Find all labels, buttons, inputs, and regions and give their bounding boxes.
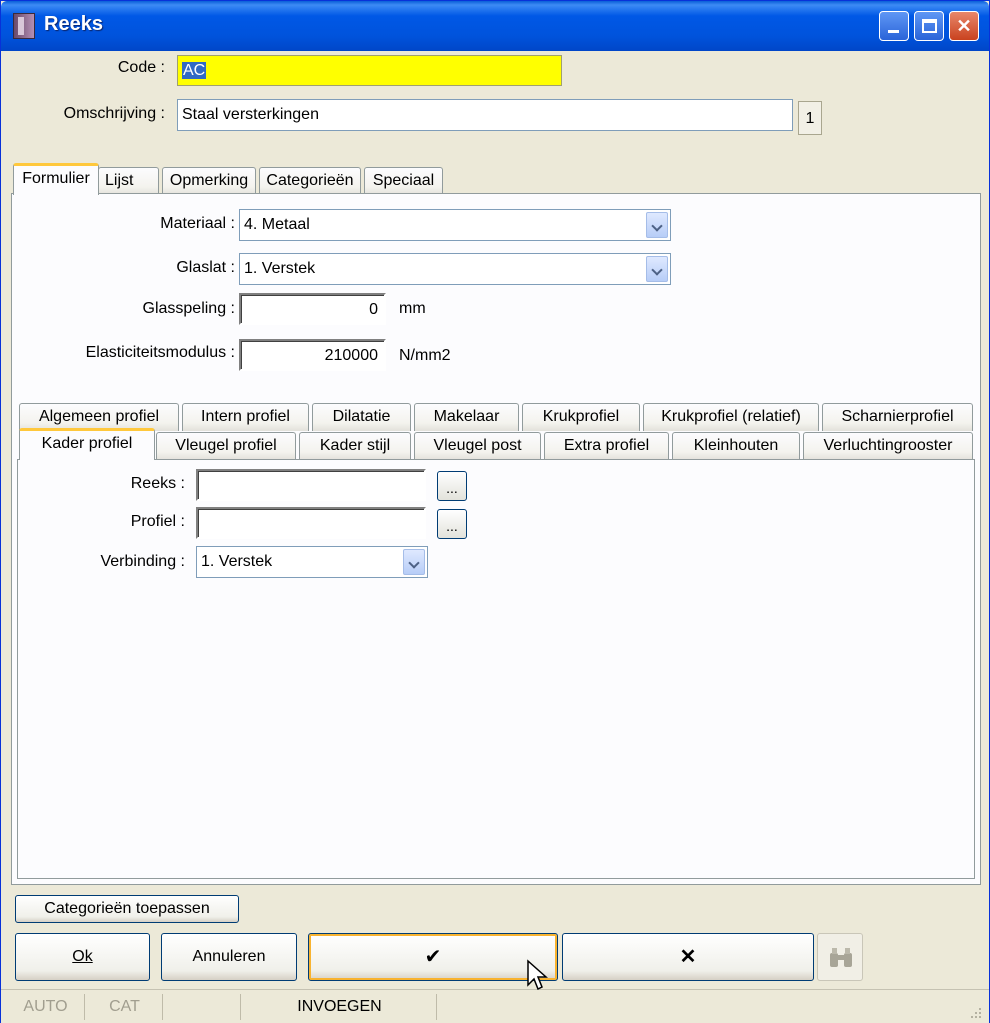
code-field[interactable]: AC [177,55,562,86]
code-label: Code : [117,59,165,76]
binoculars-icon [830,948,852,967]
code-value: AC [182,62,207,79]
tab-speciaal[interactable]: Speciaal [364,167,443,195]
profiel-browse-button[interactable]: ... [437,509,467,539]
glaslat-select[interactable]: 1. Verstek [239,253,671,285]
profiel-input[interactable] [196,507,426,539]
glasspeling-label: Glasspeling : [142,300,236,317]
cancel-x-button[interactable]: ✕ [562,933,814,981]
maximize-icon [922,19,937,33]
tab-kader-stijl[interactable]: Kader stijl [299,432,411,460]
tab-algemeen-profiel[interactable]: Algemeen profiel [19,403,179,431]
tab-categorieen[interactable]: Categorieën [259,167,361,195]
close-button[interactable]: ✕ [949,11,979,41]
language-badge[interactable]: 1 [798,101,822,135]
verbinding-value: 1. Verstek [201,553,273,570]
x-icon: ✕ [679,946,697,968]
materiaal-label: Materiaal : [160,215,235,232]
reeks-browse-button[interactable]: ... [437,471,467,501]
chevron-down-icon[interactable] [646,256,668,282]
chevron-down-icon[interactable] [646,212,668,238]
app-icon [13,13,35,39]
status-empty [165,994,241,1020]
checkmark-icon: ✔ [424,946,442,968]
title-bar[interactable]: Reeks ✕ [1,1,989,51]
tab-krukprofiel-relatief[interactable]: Krukprofiel (relatief) [643,403,819,431]
maximize-button[interactable] [914,11,944,41]
categorieen-toepassen-button[interactable]: Categorieën toepassen [15,895,239,923]
elasticiteit-label: Elasticiteitsmodulus : [85,344,235,361]
tab-dilatatie[interactable]: Dilatatie [312,403,411,431]
ok-button-label: Ok [72,948,93,965]
elasticiteit-input[interactable]: 210000 [239,339,386,371]
materiaal-value: 4. Metaal [244,216,310,233]
status-auto: AUTO [7,994,85,1020]
omschrijving-field[interactable]: Staal versterkingen [177,99,793,131]
verbinding-label: Verbinding : [100,553,185,570]
reeks-label: Reeks : [130,475,185,492]
materiaal-select[interactable]: 4. Metaal [239,209,671,241]
elasticiteit-unit: N/mm2 [399,347,451,364]
glaslat-value: 1. Verstek [244,260,316,277]
status-bar: AUTO CAT INVOEGEN [1,989,989,1023]
tab-scharnierprofiel[interactable]: Scharnierprofiel [822,403,973,431]
tab-vleugel-profiel[interactable]: Vleugel profiel [156,432,296,460]
omschrijving-label: Omschrijving : [63,105,165,122]
chevron-down-icon[interactable] [403,549,425,575]
ok-button[interactable]: Ok [15,933,150,981]
tab-formulier[interactable]: Formulier [13,163,99,195]
tab-kader-profiel[interactable]: Kader profiel [19,428,155,460]
tab-intern-profiel[interactable]: Intern profiel [182,403,309,431]
glasspeling-input[interactable]: 0 [239,293,386,325]
tab-vleugel-post[interactable]: Vleugel post [414,432,541,460]
glasspeling-unit: mm [399,300,426,317]
search-button[interactable] [817,933,863,981]
tab-lijst[interactable]: Lijst [98,167,159,195]
verbinding-select[interactable]: 1. Verstek [196,546,428,578]
confirm-button[interactable]: ✔ [308,933,558,981]
tab-makelaar[interactable]: Makelaar [414,403,519,431]
window-title: Reeks [44,13,103,35]
tab-krukprofiel[interactable]: Krukprofiel [522,403,640,431]
profiel-label: Profiel : [130,513,185,530]
minimize-icon [888,30,899,33]
mouse-cursor-icon [527,959,548,991]
minimize-button[interactable] [879,11,909,41]
status-mode: INVOEGEN [243,994,437,1020]
tab-opmerking[interactable]: Opmerking [162,167,256,195]
tab-kleinhouten[interactable]: Kleinhouten [672,432,800,460]
glaslat-label: Glaslat : [176,259,235,276]
resize-grip-icon[interactable] [967,1004,983,1020]
annuleren-button-label: Annuleren [192,948,266,965]
reeks-window: Reeks ✕ Code : AC Omschrijving : Staal v… [0,0,990,1023]
tab-extra-profiel[interactable]: Extra profiel [544,432,669,460]
status-cat: CAT [87,994,163,1020]
annuleren-button[interactable]: Annuleren [161,933,297,981]
reeks-input[interactable] [196,469,426,501]
tab-verluchtingrooster[interactable]: Verluchtingrooster [803,432,973,460]
close-icon: ✕ [956,16,972,36]
